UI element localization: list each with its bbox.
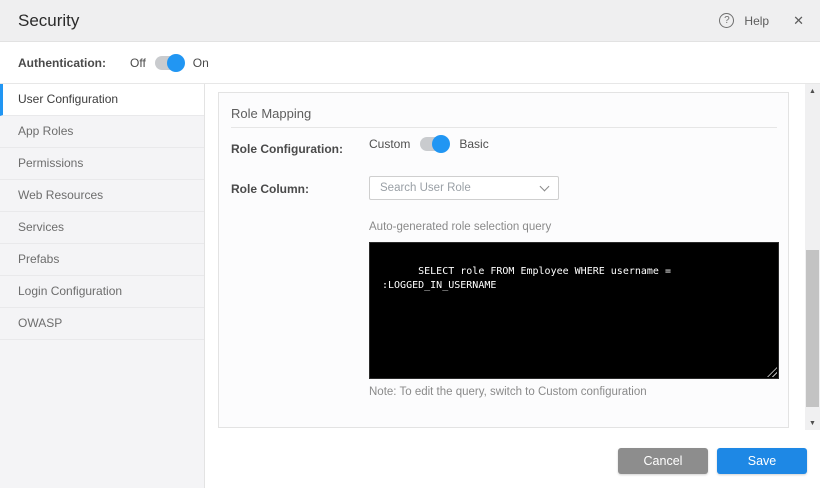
role-configuration-label: Role Configuration: [231, 142, 343, 156]
save-button[interactable]: Save [717, 448, 807, 474]
role-configuration-toggle[interactable] [420, 137, 449, 151]
vertical-scrollbar[interactable]: ▲ ▼ [805, 84, 820, 430]
role-mapping-panel: Role Mapping Role Configuration: Custom … [218, 92, 789, 428]
sidebar: User Configuration App Roles Permissions… [0, 84, 205, 488]
role-column-select[interactable]: Search User Role [369, 176, 559, 200]
custom-option-label: Custom [369, 137, 410, 151]
scroll-down-icon[interactable]: ▼ [805, 416, 820, 430]
help-link[interactable]: Help [744, 14, 769, 28]
authentication-bar: Authentication: Off On [0, 42, 820, 84]
security-dialog: Security ? Help ✕ Authentication: Off On… [0, 0, 820, 488]
dialog-header: Security ? Help ✕ [0, 0, 820, 42]
page-title: Security [18, 11, 79, 31]
sidebar-item-permissions[interactable]: Permissions [0, 148, 204, 180]
toggle-knob [167, 54, 185, 72]
query-note: Note: To edit the query, switch to Custo… [369, 386, 647, 398]
cancel-button[interactable]: Cancel [618, 448, 708, 474]
query-text: SELECT role FROM Employee WHERE username… [382, 266, 677, 291]
resize-handle[interactable] [767, 367, 777, 377]
panel-title: Role Mapping [231, 106, 311, 121]
authentication-toggle[interactable] [155, 56, 184, 70]
role-column-placeholder: Search User Role [380, 182, 471, 194]
sidebar-item-login-configuration[interactable]: Login Configuration [0, 276, 204, 308]
header-actions: ? Help ✕ [719, 13, 804, 29]
help-icon[interactable]: ? [719, 13, 734, 28]
scrollbar-thumb[interactable] [806, 250, 819, 407]
authentication-off-label: Off [130, 56, 146, 70]
role-configuration-value: Custom Basic [369, 137, 489, 151]
sidebar-item-prefabs[interactable]: Prefabs [0, 244, 204, 276]
sidebar-item-owasp[interactable]: OWASP [0, 308, 204, 340]
chevron-down-icon [540, 181, 550, 191]
panel-title-divider [231, 127, 777, 128]
close-icon[interactable]: ✕ [793, 13, 804, 29]
toggle-knob [432, 135, 450, 153]
query-label: Auto-generated role selection query [369, 221, 551, 233]
authentication-on-label: On [193, 56, 209, 70]
authentication-label: Authentication: [18, 56, 106, 70]
sidebar-item-services[interactable]: Services [0, 212, 204, 244]
sidebar-item-app-roles[interactable]: App Roles [0, 116, 204, 148]
sidebar-item-web-resources[interactable]: Web Resources [0, 180, 204, 212]
role-column-label: Role Column: [231, 182, 309, 196]
scroll-up-icon[interactable]: ▲ [805, 84, 820, 98]
query-textarea[interactable]: SELECT role FROM Employee WHERE username… [369, 242, 779, 379]
sidebar-item-user-configuration[interactable]: User Configuration [0, 84, 204, 116]
basic-option-label: Basic [459, 137, 488, 151]
